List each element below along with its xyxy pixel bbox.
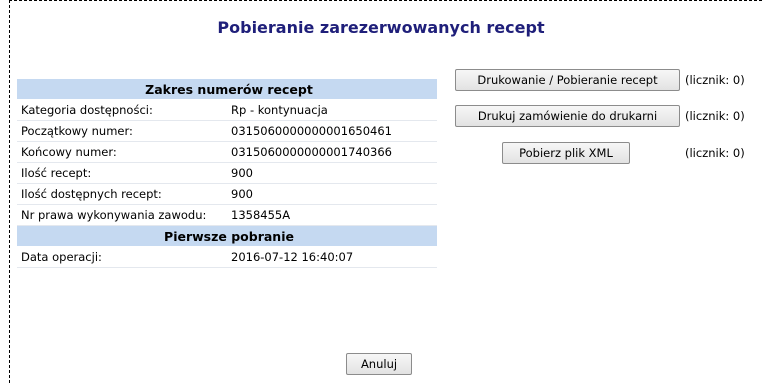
cancel-button[interactable]: Anuluj [346, 353, 412, 375]
section-header-first-download: Pierwsze pobranie [17, 225, 437, 247]
print-order-counter: (licznik: 0) [685, 109, 745, 123]
table-row: Początkowy numer: 0315060000000001650461 [17, 120, 437, 142]
dashed-frame-left [9, 0, 10, 383]
section-title-first-download: Pierwsze pobranie [17, 225, 437, 247]
row-label-category: Kategoria dostępności: [17, 99, 227, 121]
row-label-license-number: Nr prawa wykonywania zawodu: [17, 204, 227, 226]
row-label-count: Ilość recept: [17, 162, 227, 184]
row-label-start-number: Początkowy numer: [17, 120, 227, 142]
xml-counter: (licznik: 0) [685, 146, 745, 160]
row-label-operation-date: Data operacji: [17, 246, 227, 268]
table-row: Data operacji: 2016-07-12 16:40:07 [17, 246, 437, 268]
row-value-operation-date: 2016-07-12 16:40:07 [227, 246, 437, 268]
row-value-available-count: 900 [227, 183, 437, 205]
table-row: Ilość dostępnych recept: 900 [17, 183, 437, 205]
print-download-button[interactable]: Drukowanie / Pobieranie recept [455, 69, 680, 91]
row-value-count: 900 [227, 162, 437, 184]
print-download-counter: (licznik: 0) [685, 73, 745, 87]
table-row: Ilość recept: 900 [17, 162, 437, 184]
section-title-range: Zakres numerów recept [17, 79, 437, 100]
page-title: Pobieranie zarezerwowanych recept [217, 18, 545, 37]
table-row: Nr prawa wykonywania zawodu: 1358455A [17, 204, 437, 226]
table-row: Kategoria dostępności: Rp - kontynuacja [17, 99, 437, 121]
row-value-category: Rp - kontynuacja [227, 99, 437, 121]
download-xml-button[interactable]: Pobierz plik XML [502, 142, 630, 164]
prescription-details-table: Zakres numerów recept Kategoria dostępno… [17, 79, 437, 268]
row-value-start-number: 0315060000000001650461 [227, 120, 437, 142]
row-value-license-number: 1358455A [227, 204, 437, 226]
row-value-end-number: 0315060000000001740366 [227, 141, 437, 163]
row-label-available-count: Ilość dostępnych recept: [17, 183, 227, 205]
table-row: Końcowy numer: 0315060000000001740366 [17, 141, 437, 163]
print-order-button[interactable]: Drukuj zamówienie do drukarni [455, 105, 680, 127]
dashed-frame-top [9, 0, 762, 1]
row-label-end-number: Końcowy numer: [17, 141, 227, 163]
section-header-range: Zakres numerów recept [17, 79, 437, 100]
